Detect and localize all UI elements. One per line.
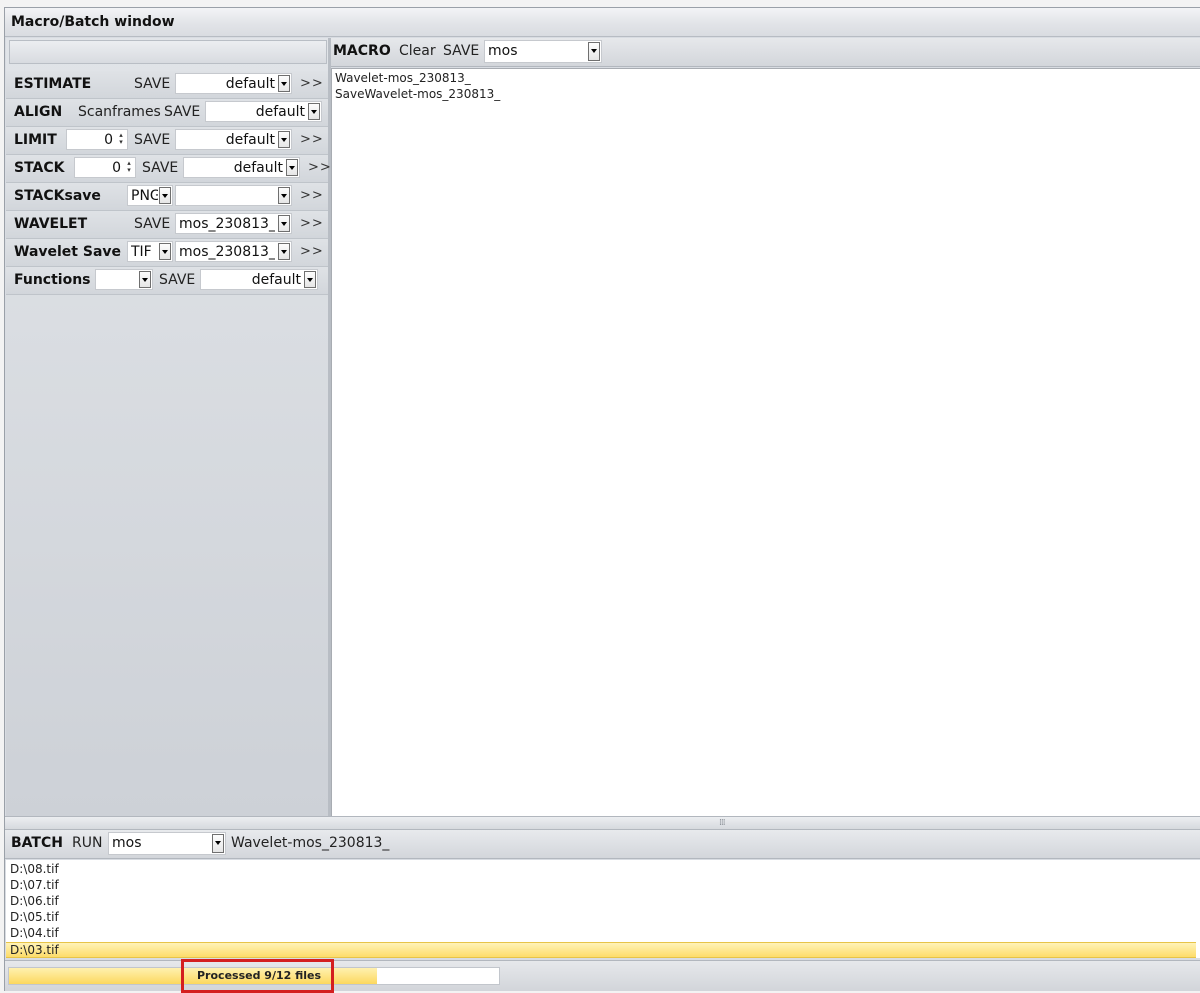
spinner-arrows-icon[interactable]: ▴ ▾ [117,132,125,147]
functions-save-combo-value: default [251,272,301,288]
estimate-more-button[interactable]: >> [300,76,324,91]
align-row: ALIGN Scanframes SAVE default [6,99,328,127]
wavelet-save-button[interactable]: SAVE [134,216,170,232]
grip-icon[interactable]: ⁞⁞⁞ [719,818,726,828]
macro-clear-button[interactable]: Clear [399,43,436,59]
stack-more-button[interactable]: >> [308,160,332,175]
stack-spinner[interactable]: 0 ▴ ▾ [74,157,136,178]
list-item[interactable]: D:\07.tif [10,878,1200,894]
stack-save-button[interactable]: SAVE [142,160,178,176]
stacksave-combo[interactable] [175,185,292,206]
chevron-down-icon[interactable] [159,243,171,260]
stack-spinner-value: 0 [112,160,121,176]
chevron-down-icon[interactable] [139,271,151,288]
limit-row: LIMIT 0 ▴ ▾ SAVE default >> [6,127,328,155]
batch-combo-value: mos [112,835,142,851]
batch-toolbar: BATCH RUN mos Wavelet-mos_230813_ [5,830,1200,859]
stacksave-more-button[interactable]: >> [300,188,324,203]
limit-combo-value: default [225,132,275,148]
list-item[interactable]: D:\06.tif [10,894,1200,910]
batch-macro-name: Wavelet-mos_230813_ [231,835,390,851]
chevron-down-icon[interactable] [278,187,290,204]
functions-row: Functions SAVE default [6,267,328,295]
macro-combo-value: mos [488,43,518,59]
macro-toolbar: MACRO Clear SAVE mos [331,38,1200,67]
macro-save-button[interactable]: SAVE [443,43,479,59]
macro-batch-window: Macro/Batch window ESTIMATE SAVE default… [4,7,1200,993]
macro-combo[interactable]: mos [484,40,602,63]
stack-label: STACK [14,160,65,176]
wavelet-save-row: Wavelet Save TIF mos_230813_ >> [6,239,328,267]
wavelet-combo-value: mos_230813_ [179,216,275,232]
wavelet-row: WAVELET SAVE mos_230813_ >> [6,211,328,239]
wavelet-save-combo[interactable]: mos_230813_ [175,241,292,262]
list-item[interactable]: D:\05.tif [10,910,1200,926]
stacksave-row: STACKsave PNG >> [6,183,328,211]
splitter[interactable]: ⁞⁞⁞ [5,816,1200,830]
limit-spinner[interactable]: 0 ▴ ▾ [66,129,128,150]
align-scanframes-option[interactable]: Scanframes [78,104,161,120]
estimate-save-button[interactable]: SAVE [134,76,170,92]
chevron-down-icon[interactable] [588,42,600,61]
highlight-annotation [181,959,334,993]
stacksave-label: STACKsave [14,188,101,204]
title-bar[interactable]: Macro/Batch window [5,8,1200,37]
estimate-label: ESTIMATE [14,76,92,92]
functions-save-combo[interactable]: default [200,269,318,290]
limit-spinner-value: 0 [104,132,113,148]
wavelet-save-format-combo[interactable]: TIF [127,241,173,262]
estimate-row: ESTIMATE SAVE default >> [6,71,328,99]
chevron-down-icon[interactable] [308,103,320,120]
batch-run-button[interactable]: RUN [72,835,102,851]
wavelet-save-combo-value: mos_230813_ [179,244,275,260]
window-title: Macro/Batch window [11,14,175,30]
list-item[interactable]: D:\04.tif [10,926,1200,942]
chevron-down-icon[interactable] [278,243,290,260]
stacksave-format-combo[interactable]: PNG [127,185,173,206]
wavelet-more-button[interactable]: >> [300,216,324,231]
batch-file-list[interactable]: D:\08.tif D:\07.tif D:\06.tif D:\05.tif … [6,860,1200,958]
batch-label: BATCH [11,835,63,851]
stack-combo[interactable]: default [183,157,300,178]
functions-label: Functions [14,272,91,288]
chevron-down-icon[interactable] [278,75,290,92]
chevron-down-icon[interactable] [159,187,171,204]
stack-combo-value: default [233,160,283,176]
functions-save-button[interactable]: SAVE [159,272,195,288]
chevron-down-icon[interactable] [286,159,298,176]
chevron-down-icon[interactable] [212,834,224,853]
align-combo-value: default [255,104,305,120]
wavelet-label: WAVELET [14,216,88,232]
estimate-combo[interactable]: default [175,73,292,94]
limit-save-button[interactable]: SAVE [134,132,170,148]
functions-combo[interactable] [95,269,153,290]
wavelet-save-format-value: TIF [131,244,152,260]
chevron-down-icon[interactable] [278,215,290,232]
limit-combo[interactable]: default [175,129,292,150]
macro-line: SaveWavelet-mos_230813_ [335,87,501,101]
list-item[interactable]: D:\08.tif [10,862,1200,878]
align-save-button[interactable]: SAVE [164,104,200,120]
align-combo[interactable]: default [205,101,322,122]
limit-more-button[interactable]: >> [300,132,324,147]
status-bar: Processed 9/12 files [5,959,1200,993]
wavelet-save-more-button[interactable]: >> [300,244,324,259]
macro-line: Wavelet-mos_230813_ [335,71,471,85]
left-panel-header [9,40,327,64]
list-item-selected[interactable]: D:\03.tif [6,942,1196,958]
stacksave-format-value: PNG [131,188,158,204]
limit-label: LIMIT [14,132,57,148]
wavelet-save-label: Wavelet Save [14,244,122,260]
wavelet-combo[interactable]: mos_230813_ [175,213,292,234]
chevron-down-icon[interactable] [304,271,316,288]
chevron-down-icon[interactable] [278,131,290,148]
batch-combo[interactable]: mos [108,832,226,855]
macro-label: MACRO [333,43,391,59]
align-label: ALIGN [14,104,63,120]
spinner-arrows-icon[interactable]: ▴ ▾ [125,160,133,175]
left-panel: ESTIMATE SAVE default >> ALIGN Scanframe… [6,38,331,816]
stack-row: STACK 0 ▴ ▾ SAVE default >> [6,155,331,183]
estimate-combo-value: default [225,76,275,92]
macro-text-area[interactable]: Wavelet-mos_230813_ SaveWavelet-mos_2308… [331,68,1200,817]
